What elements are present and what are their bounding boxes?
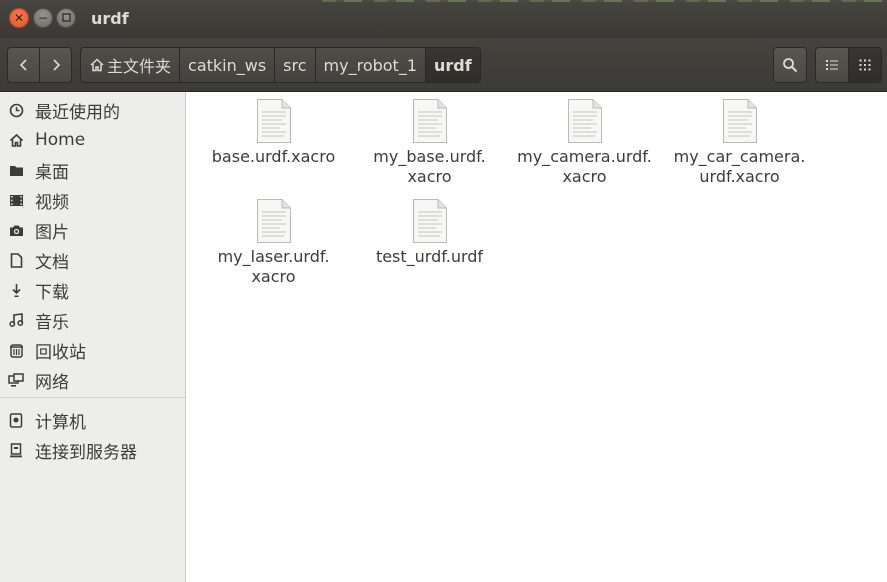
breadcrumb-my-robot-1[interactable]: my_robot_1: [314, 48, 425, 82]
sidebar-item-label: 回收站: [35, 342, 86, 363]
sidebar-divider: [0, 397, 185, 398]
navigation-buttons: [7, 47, 72, 83]
toolbar: 主文件夹 catkin_ws src my_robot_1 urdf: [0, 38, 887, 92]
window-title: urdf: [91, 9, 129, 28]
document-icon: [8, 252, 24, 268]
folder-icon: [8, 162, 24, 178]
music-icon: [8, 312, 24, 328]
sidebar-item-label: Home: [35, 130, 86, 150]
back-button[interactable]: [8, 48, 39, 82]
sidebar-item-desktop[interactable]: 桌面: [0, 155, 185, 185]
file-name: my_base.urdf. xacro: [373, 147, 486, 186]
sidebar-item-home[interactable]: Home: [0, 125, 185, 155]
sidebar-item-label: 视频: [35, 192, 69, 213]
maximize-icon: [61, 12, 71, 24]
sidebar-item-videos[interactable]: 视频: [0, 185, 185, 215]
sidebar-item-recent[interactable]: 最近使用的: [0, 95, 185, 125]
sidebar-item-label: 最近使用的: [35, 102, 120, 123]
title-bar: ✕ − urdf: [0, 0, 887, 38]
home-icon: [90, 58, 104, 72]
breadcrumb-catkin-ws[interactable]: catkin_ws: [179, 48, 274, 82]
close-icon: ✕: [13, 11, 25, 25]
chevron-right-icon: [52, 59, 60, 71]
clock-icon: [8, 102, 24, 118]
minimize-window-button[interactable]: −: [33, 8, 53, 28]
sidebar-item-label: 计算机: [35, 412, 86, 433]
text-file-icon: [722, 98, 758, 144]
sidebar-item-downloads[interactable]: 下载: [0, 275, 185, 305]
text-file-icon: [256, 198, 292, 244]
file-manager-window: ✕ − urdf 主文件夹 catkin_ws src my_robot_1 u…: [0, 0, 887, 582]
file-item[interactable]: my_base.urdf. xacro: [352, 98, 507, 187]
computer-icon: [8, 412, 24, 428]
sidebar-item-connect-server[interactable]: 连接到服务器: [0, 435, 185, 465]
camera-icon: [8, 222, 24, 238]
text-file-icon: [256, 98, 292, 144]
sidebar-item-label: 下载: [35, 282, 69, 303]
grid-view-icon: [859, 59, 871, 71]
file-name: my_camera.urdf. xacro: [517, 147, 652, 186]
sidebar-item-label: 图片: [35, 222, 69, 243]
view-mode-buttons: [815, 47, 882, 83]
breadcrumb-label: 主文件夹: [107, 57, 172, 76]
file-name: my_car_camera. urdf.xacro: [673, 147, 806, 186]
file-name: test_urdf.urdf: [375, 247, 484, 266]
network-icon: [8, 372, 24, 388]
sidebar-item-music[interactable]: 音乐: [0, 305, 185, 335]
list-view-icon: [826, 60, 838, 70]
minimize-icon: −: [37, 11, 49, 25]
sidebar-item-documents[interactable]: 文档: [0, 245, 185, 275]
breadcrumb-urdf[interactable]: urdf: [425, 48, 480, 82]
grid-view-button[interactable]: [848, 48, 881, 82]
home-icon: [8, 132, 24, 148]
maximize-window-button[interactable]: [56, 8, 76, 28]
forward-button[interactable]: [39, 48, 71, 82]
text-file-icon: [412, 198, 448, 244]
list-view-button[interactable]: [816, 48, 848, 82]
sidebar-item-network[interactable]: 网络: [0, 365, 185, 395]
sidebar-item-label: 音乐: [35, 312, 69, 333]
search-button-group: [773, 47, 807, 83]
search-button[interactable]: [774, 48, 806, 82]
server-icon: [8, 442, 24, 458]
title-bar-decoration: [322, 0, 887, 2]
sidebar-item-label: 文档: [35, 252, 69, 273]
file-item[interactable]: my_laser.urdf. xacro: [196, 198, 351, 287]
file-item[interactable]: my_car_camera. urdf.xacro: [662, 98, 817, 187]
file-item[interactable]: my_camera.urdf. xacro: [507, 98, 662, 187]
file-view: base.urdf.xacro my_base.urdf. xacro my_c…: [186, 92, 887, 582]
download-icon: [8, 282, 24, 298]
breadcrumb-src[interactable]: src: [274, 48, 314, 82]
close-window-button[interactable]: ✕: [9, 8, 29, 28]
text-file-icon: [412, 98, 448, 144]
chevron-left-icon: [19, 59, 27, 71]
file-name: my_laser.urdf. xacro: [217, 247, 330, 286]
sidebar-item-pictures[interactable]: 图片: [0, 215, 185, 245]
text-file-icon: [567, 98, 603, 144]
file-item[interactable]: base.urdf.xacro: [196, 98, 351, 167]
breadcrumb: 主文件夹 catkin_ws src my_robot_1 urdf: [80, 47, 481, 83]
sidebar-item-label: 连接到服务器: [35, 442, 137, 463]
trash-icon: [8, 342, 24, 358]
sidebar-item-label: 桌面: [35, 162, 69, 183]
breadcrumb-home[interactable]: 主文件夹: [81, 48, 179, 82]
file-item[interactable]: test_urdf.urdf: [352, 198, 507, 267]
sidebar-item-label: 网络: [35, 372, 69, 393]
sidebar: 最近使用的 Home 桌面 视频 图片 文档 下载 音乐 回收站 网络 计算机 …: [0, 92, 186, 582]
search-icon: [783, 58, 798, 73]
file-name: base.urdf.xacro: [211, 147, 336, 166]
sidebar-item-trash[interactable]: 回收站: [0, 335, 185, 365]
sidebar-item-computer[interactable]: 计算机: [0, 405, 185, 435]
video-icon: [8, 192, 24, 208]
